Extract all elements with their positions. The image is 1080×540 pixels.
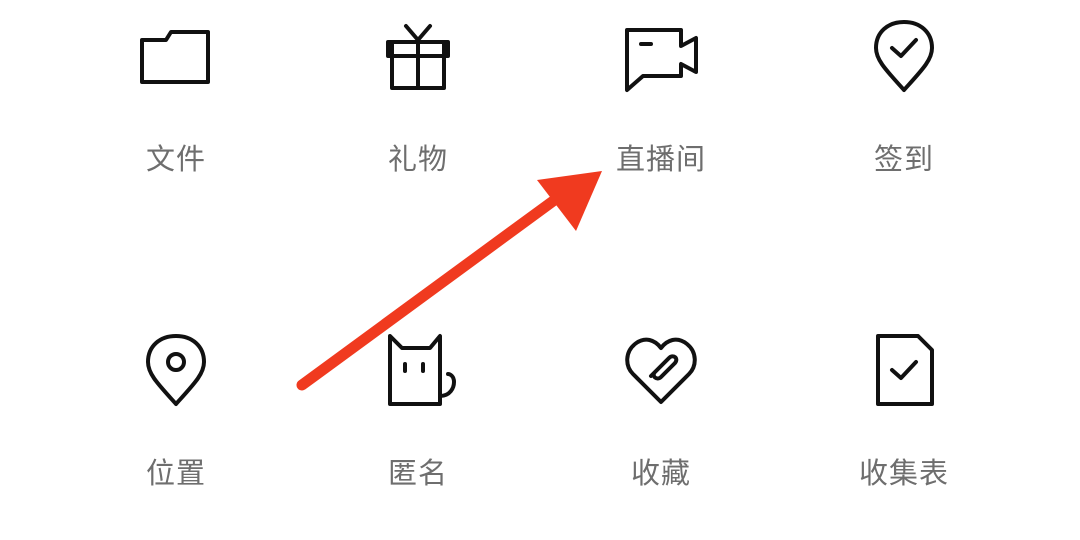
anonymous-cat-icon — [378, 330, 458, 410]
menu-item-label: 签到 — [873, 142, 934, 176]
live-room-icon — [621, 18, 701, 98]
menu-item-form[interactable]: 收集表 — [824, 330, 984, 520]
favorite-icon — [621, 330, 701, 410]
menu-item-label: 收集表 — [858, 456, 949, 490]
menu-item-file[interactable]: 文件 — [96, 18, 256, 208]
location-icon — [136, 330, 216, 410]
attachment-menu-grid: 文件 礼物 直播间 签到 位置 匿名 收藏 收集表 — [0, 0, 1080, 540]
menu-item-label: 礼物 — [387, 142, 448, 176]
menu-item-anonymous[interactable]: 匿名 — [338, 330, 498, 520]
menu-item-location[interactable]: 位置 — [96, 330, 256, 520]
gift-icon — [378, 18, 458, 98]
form-icon — [864, 330, 944, 410]
menu-item-label: 直播间 — [615, 142, 706, 176]
menu-item-label: 收藏 — [630, 456, 691, 490]
menu-item-gift[interactable]: 礼物 — [338, 18, 498, 208]
menu-item-label: 文件 — [145, 142, 206, 176]
menu-item-favorite[interactable]: 收藏 — [581, 330, 741, 520]
menu-item-label: 位置 — [145, 456, 206, 490]
menu-item-label: 匿名 — [387, 456, 448, 490]
folder-icon — [136, 18, 216, 98]
menu-item-live-room[interactable]: 直播间 — [581, 18, 741, 208]
check-in-icon — [864, 18, 944, 98]
menu-item-check-in[interactable]: 签到 — [824, 18, 984, 208]
